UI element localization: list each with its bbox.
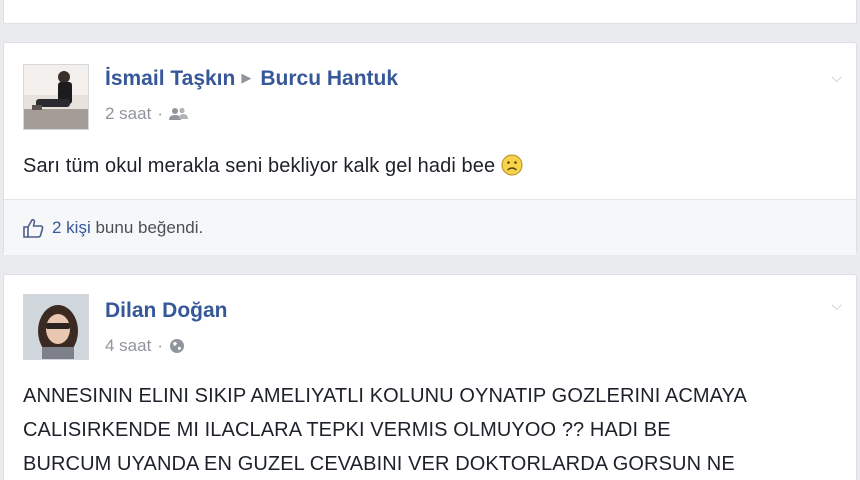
post-card: Dilan Doğan 4 saat · ⌵ ANNESININ ELINI S… bbox=[3, 274, 857, 480]
post-body: Sarı tüm okul merakla seni bekliyor kalk… bbox=[23, 149, 834, 183]
post-meta: 4 saat · bbox=[105, 336, 185, 356]
target-name-link[interactable]: Burcu Hantuk bbox=[260, 67, 398, 90]
post-header: İsmail Taşkın ▶ Burcu Hantuk bbox=[105, 67, 398, 91]
avatar-photo bbox=[24, 295, 88, 359]
separator-dot: · bbox=[157, 336, 163, 355]
author-name-link[interactable]: Dilan Doğan bbox=[105, 299, 228, 322]
timestamp-link[interactable]: 4 saat bbox=[105, 336, 151, 356]
post-text: Sarı tüm okul merakla seni bekliyor kalk… bbox=[23, 155, 496, 177]
likes-text: bunu beğendi. bbox=[95, 217, 204, 237]
arrow-right-icon: ▶ bbox=[241, 70, 252, 85]
post-card: İsmail Taşkın ▶ Burcu Hantuk 2 saat · ⌵ Sa… bbox=[3, 42, 857, 255]
likes-count-link[interactable]: 2 kişi bbox=[52, 218, 91, 237]
post-text-line: ANNESININ ELINI SIKIP AMELIYATLI KOLUNU … bbox=[23, 385, 747, 407]
thumbs-up-icon bbox=[23, 218, 44, 238]
previous-post-card bbox=[3, 0, 857, 24]
globe-icon[interactable] bbox=[169, 338, 185, 354]
post-header: Dilan Doğan bbox=[105, 299, 228, 323]
separator-dot: · bbox=[157, 104, 163, 123]
likes-summary: 2 kişi bunu beğendi. bbox=[4, 199, 856, 255]
timestamp-link[interactable]: 2 saat bbox=[105, 104, 151, 124]
friends-icon[interactable] bbox=[168, 107, 189, 121]
post-text-line: BURCUM UYANDA EN GUZEL CEVABINI VER DOKT… bbox=[23, 453, 735, 475]
frown-emoticon-icon bbox=[501, 154, 523, 176]
news-feed: İsmail Taşkın ▶ Burcu Hantuk 2 saat · ⌵ Sa… bbox=[0, 0, 860, 480]
chevron-down-icon[interactable]: ⌵ bbox=[831, 297, 842, 314]
post-body: ANNESININ ELINI SIKIP AMELIYATLI KOLUNU … bbox=[23, 379, 834, 480]
author-avatar[interactable] bbox=[23, 64, 89, 130]
chevron-down-icon[interactable]: ⌵ bbox=[831, 69, 842, 86]
post-text-line: CALISIRKENDE MI ILACLARA TEPKI VERMIS OL… bbox=[23, 419, 671, 441]
avatar-photo bbox=[24, 65, 88, 129]
post-meta: 2 saat · bbox=[105, 104, 189, 124]
author-avatar[interactable] bbox=[23, 294, 89, 360]
author-name-link[interactable]: İsmail Taşkın bbox=[105, 67, 235, 90]
